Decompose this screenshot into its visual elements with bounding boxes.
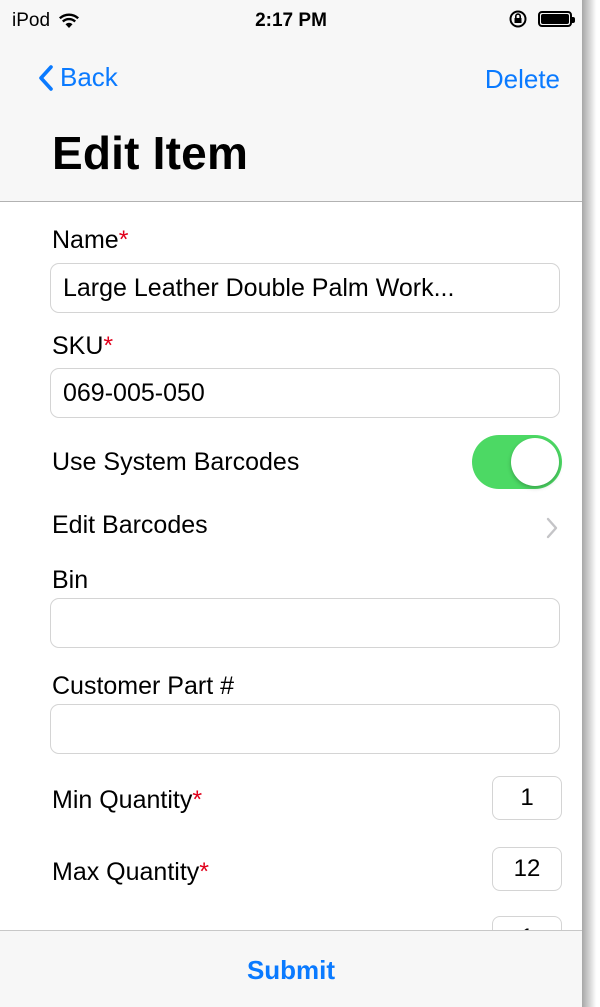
status-time: 2:17 PM [255, 10, 327, 31]
page-title: Edit Item [52, 127, 249, 179]
delete-button[interactable]: Delete [485, 64, 560, 95]
submit-button[interactable]: Submit [0, 955, 582, 986]
bin-field[interactable] [50, 598, 560, 648]
edit-item-form: Name* Large Leather Double Palm Work... … [0, 202, 582, 930]
screen-edge-shadow [582, 0, 600, 1007]
required-mark: * [192, 786, 203, 814]
min-quantity-label: Min Quantity* [52, 786, 202, 815]
status-right [508, 9, 575, 29]
max-quantity-label: Max Quantity* [52, 858, 209, 887]
bin-label: Bin [52, 566, 89, 594]
back-button[interactable]: Back [38, 62, 118, 93]
chevron-left-icon [39, 64, 53, 91]
back-label: Back [60, 62, 118, 92]
required-mark: * [118, 226, 129, 254]
name-field[interactable]: Large Leather Double Palm Work... [50, 263, 560, 313]
status-bar: iPod 2:17 PM [0, 0, 582, 42]
customer-part-field[interactable] [50, 704, 560, 754]
battery-icon [538, 11, 575, 27]
customer-part-label: Customer Part # [52, 672, 235, 700]
sku-field[interactable]: 069-005-050 [50, 368, 560, 418]
reorder-quantity-field[interactable]: 1 [492, 916, 562, 930]
chevron-right-icon[interactable] [546, 517, 558, 539]
name-label: Name* [52, 226, 128, 255]
required-mark: * [103, 332, 114, 360]
min-quantity-label-text: Min Quantity [52, 786, 193, 814]
rotation-lock-icon [509, 10, 527, 28]
max-quantity-field[interactable]: 12 [492, 847, 562, 891]
edit-barcodes-row[interactable]: Edit Barcodes [52, 511, 208, 540]
required-mark: * [199, 858, 210, 886]
use-system-barcodes-toggle[interactable] [472, 435, 562, 489]
phone-screen: iPod 2:17 PM Back Delete Edit Item Name*… [0, 0, 582, 1007]
navigation-bar: Back Delete Edit Item [0, 42, 582, 202]
bottom-toolbar: Submit [0, 930, 582, 1007]
min-quantity-field[interactable]: 1 [492, 776, 562, 820]
use-system-barcodes-label: Use System Barcodes [52, 448, 300, 476]
sku-label: SKU* [52, 332, 113, 361]
name-label-text: Name [52, 226, 119, 254]
toggle-knob [511, 438, 559, 486]
max-quantity-label-text: Max Quantity [52, 858, 200, 886]
sku-label-text: SKU [52, 332, 104, 360]
